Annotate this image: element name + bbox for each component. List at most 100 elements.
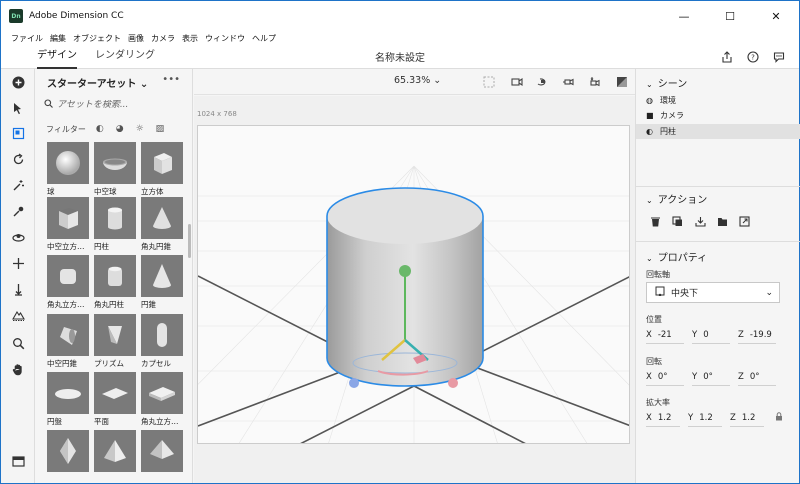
- maximize-button[interactable]: ☐: [707, 1, 753, 31]
- scene-item-label: カメラ: [660, 111, 684, 120]
- assets-scrollbar[interactable]: [188, 224, 191, 258]
- asset-item-sphere[interactable]: 球: [47, 142, 89, 197]
- pan-camera-icon[interactable]: [560, 74, 576, 90]
- scene-item-cylinder[interactable]: ◐ 円柱: [636, 124, 800, 139]
- scene-item-label: 環境: [660, 96, 676, 105]
- camera-bookmark-icon[interactable]: [509, 74, 525, 90]
- octahedron-thumbnail: [47, 430, 89, 472]
- canvas-size-label: 1024 x 768: [197, 110, 237, 118]
- menu-camera[interactable]: カメラ: [151, 33, 175, 44]
- drop-to-ground-icon[interactable]: [693, 214, 707, 228]
- orbit-icon[interactable]: [10, 229, 26, 245]
- select-icon[interactable]: [10, 100, 26, 116]
- asset-item-hollow-cone[interactable]: 中空円錐: [47, 314, 89, 369]
- tab-design[interactable]: デザイン: [37, 45, 77, 69]
- more-options-icon[interactable]: •••: [162, 74, 180, 85]
- eyedropper-icon[interactable]: [10, 203, 26, 219]
- scale-x-field[interactable]: X 1.2: [646, 413, 671, 423]
- menu-image[interactable]: 画像: [128, 33, 144, 44]
- asset-item-rounded-cube[interactable]: 角丸立方…: [47, 255, 89, 310]
- minimize-button[interactable]: —: [661, 1, 707, 31]
- move-icon[interactable]: [10, 125, 26, 141]
- camera-icon: ■: [646, 111, 654, 120]
- share-icon[interactable]: [719, 49, 735, 65]
- asset-label: カプセル: [141, 359, 171, 368]
- asset-item-hollow-cube[interactable]: 中空立方…: [47, 197, 89, 252]
- render-preview-icon[interactable]: [614, 74, 630, 90]
- cube-thumbnail: [141, 142, 183, 184]
- asset-item-disc[interactable]: 円盤: [47, 372, 89, 427]
- pivot-select[interactable]: 中央下 ⌄: [646, 282, 780, 303]
- rotation-y-field[interactable]: Y 0°: [692, 372, 713, 382]
- filter-lights-icon[interactable]: ☼: [136, 124, 144, 134]
- asset-item-pyramid-2[interactable]: [141, 430, 183, 474]
- feedback-icon[interactable]: [771, 49, 787, 65]
- asset-item-pyramid[interactable]: [94, 430, 136, 474]
- menu-object[interactable]: オブジェクト: [73, 33, 121, 44]
- frame-icon[interactable]: [481, 74, 497, 90]
- horizon-icon[interactable]: [10, 307, 26, 323]
- rotate-icon[interactable]: [10, 151, 26, 167]
- rotation-x-field[interactable]: X 0°: [646, 372, 668, 382]
- actions-section-header[interactable]: ⌄ アクション: [646, 191, 707, 206]
- sphere-thumbnail: [47, 142, 89, 184]
- menu-window[interactable]: ウィンドウ: [205, 33, 245, 44]
- zoom-level-dropdown[interactable]: 65.33% ⌄: [394, 75, 441, 86]
- asset-item-capsule[interactable]: カプセル: [141, 314, 183, 369]
- title-bar: Dn Adobe Dimension CC — ☐ ✕: [1, 1, 799, 31]
- asset-search-input[interactable]: [57, 100, 167, 110]
- zoom-icon[interactable]: [10, 335, 26, 351]
- help-icon[interactable]: ?: [745, 49, 761, 65]
- menu-file[interactable]: ファイル: [11, 33, 43, 44]
- scene-section-header[interactable]: ⌄ シーン: [646, 75, 687, 90]
- tab-render[interactable]: レンダリング: [95, 45, 155, 69]
- filter-models-icon[interactable]: ◐: [96, 124, 104, 134]
- pan-icon[interactable]: [10, 255, 26, 271]
- magic-wand-icon[interactable]: [10, 177, 26, 193]
- dolly-camera-icon[interactable]: [586, 74, 602, 90]
- rotation-z-field[interactable]: Z 0°: [738, 372, 760, 382]
- tool-bar: [1, 69, 35, 483]
- position-x-field[interactable]: X -21: [646, 330, 672, 340]
- export-icon[interactable]: [737, 214, 751, 228]
- scene-item-environment[interactable]: ◍ 環境: [646, 93, 800, 108]
- properties-section-header[interactable]: ⌄ プロパティ: [646, 249, 707, 264]
- close-button[interactable]: ✕: [753, 1, 799, 31]
- filter-images-icon[interactable]: ▨: [156, 124, 165, 134]
- position-z-field[interactable]: Z -19.9: [738, 330, 772, 340]
- asset-item-cylinder[interactable]: 円柱: [94, 197, 136, 252]
- field-underline: [688, 426, 722, 427]
- asset-item-plane[interactable]: 平面: [94, 372, 136, 427]
- delete-icon[interactable]: [648, 214, 662, 228]
- panel-toggle-icon[interactable]: [10, 453, 26, 469]
- asset-item-cone[interactable]: 円錐: [141, 255, 183, 310]
- filter-materials-icon[interactable]: ◕: [116, 124, 124, 134]
- orbit-camera-icon[interactable]: [534, 74, 550, 90]
- asset-label: 平面: [94, 417, 109, 426]
- asset-item-rounded-box[interactable]: 角丸立方…: [141, 372, 183, 427]
- asset-item-octahedron[interactable]: [47, 430, 89, 474]
- asset-item-rounded-cone[interactable]: 角丸円錐: [141, 197, 183, 252]
- hand-icon[interactable]: [10, 361, 26, 377]
- menu-view[interactable]: 表示: [182, 33, 198, 44]
- scene-item-camera[interactable]: ■ カメラ: [646, 108, 800, 123]
- add-icon[interactable]: [10, 74, 26, 90]
- asset-item-hollow-sphere[interactable]: 中空球: [94, 142, 136, 197]
- rounded-box-thumbnail: [141, 372, 183, 414]
- scale-z-field[interactable]: Z 1.2: [730, 413, 755, 423]
- lock-icon[interactable]: [775, 412, 783, 424]
- group-icon[interactable]: [715, 214, 729, 228]
- scale-y-field[interactable]: Y 1.2: [688, 413, 713, 423]
- menu-edit[interactable]: 編集: [50, 33, 66, 44]
- assets-title-dropdown[interactable]: スターターアセット ⌄: [47, 75, 148, 90]
- asset-item-prism[interactable]: プリズム: [94, 314, 136, 369]
- 3d-viewport[interactable]: [197, 125, 630, 444]
- position-y-field[interactable]: Y0: [692, 330, 709, 340]
- scene-item-label: 円柱: [660, 127, 676, 136]
- asset-item-cube[interactable]: 立方体: [141, 142, 183, 197]
- duplicate-icon[interactable]: [670, 214, 684, 228]
- dolly-icon[interactable]: [10, 281, 26, 297]
- menu-help[interactable]: ヘルプ: [252, 33, 276, 44]
- hollow-cube-thumbnail: [47, 197, 89, 239]
- asset-item-rounded-cylinder[interactable]: 角丸円柱: [94, 255, 136, 310]
